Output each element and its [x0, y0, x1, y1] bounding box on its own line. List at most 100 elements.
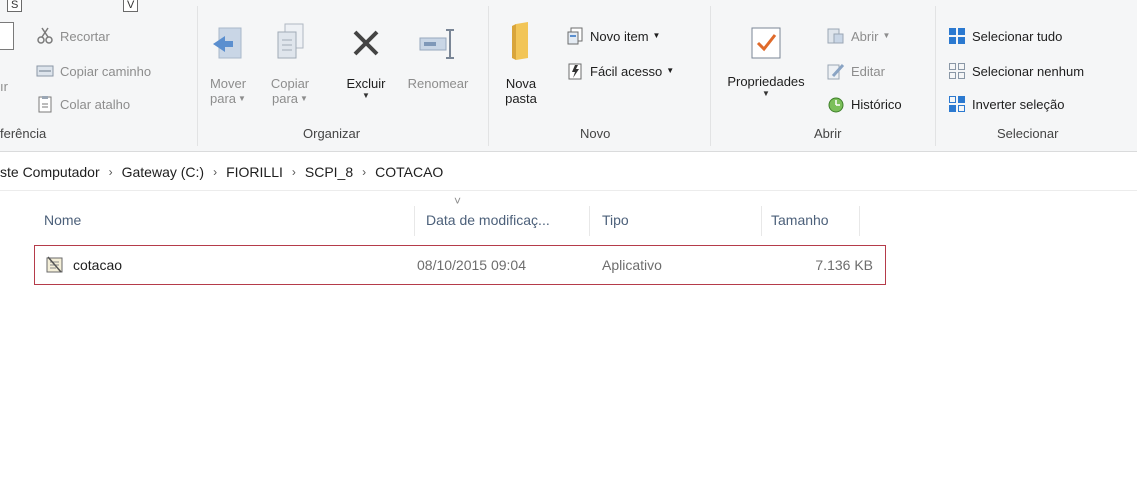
breadcrumb-this-pc[interactable]: ste Computador: [0, 164, 100, 180]
rename-button[interactable]: Renomear: [399, 18, 477, 91]
group-separator: [710, 6, 711, 146]
easy-access-dropdown-icon: ▼: [666, 66, 675, 75]
ribbon: S V ır Recortar Copiar caminho Colar ata…: [0, 0, 1137, 152]
select-none-icon: [948, 62, 966, 80]
column-header-modified[interactable]: Data de modificaç...: [426, 200, 550, 240]
rename-label: Renomear: [407, 76, 469, 91]
paste-shortcut-button[interactable]: Colar atalho: [36, 92, 130, 116]
edit-pencil-icon: [827, 62, 845, 80]
table-row[interactable]: cotacao 08/10/2015 09:04 Aplicativo 7.13…: [34, 245, 886, 285]
file-name-cell[interactable]: cotacao: [45, 246, 122, 284]
breadcrumb-scpi-8[interactable]: SCPI_8: [305, 164, 353, 180]
new-item-label: Novo item: [590, 28, 649, 44]
new-group-label: Novo: [580, 126, 611, 141]
column-header-type[interactable]: Tipo: [602, 200, 629, 240]
select-all-label: Selecionar tudo: [972, 28, 1063, 44]
scissors-icon: [36, 27, 54, 45]
open-label: Abrir: [851, 28, 879, 44]
edit-button[interactable]: Editar: [827, 59, 885, 83]
properties-label: Propriedades: [727, 74, 805, 89]
cut-label: Recortar: [60, 28, 110, 44]
cut-button[interactable]: Recortar: [36, 24, 110, 48]
file-modified-date: 08/10/2015 09:04: [417, 257, 526, 273]
move-to-dropdown-icon: ▼: [238, 93, 246, 103]
paste-shortcut-icon: [36, 95, 54, 113]
group-separator: [935, 6, 936, 146]
column-divider[interactable]: [761, 206, 762, 236]
history-icon: [827, 95, 845, 113]
edit-label: Editar: [851, 63, 885, 79]
open-icon: [827, 27, 845, 45]
column-header-name[interactable]: Nome: [44, 200, 81, 240]
clipboard-group-label: ferência: [0, 126, 47, 141]
copy-path-button[interactable]: Copiar caminho: [36, 59, 151, 83]
group-separator: [197, 6, 198, 146]
properties-dropdown-icon: ▼: [762, 89, 770, 98]
copy-to-dropdown-icon: ▼: [300, 93, 308, 103]
new-folder-label-2: pasta: [505, 91, 537, 106]
invert-selection-button[interactable]: Inverter seleção: [948, 92, 1065, 116]
group-separator: [488, 6, 489, 146]
breadcrumb-chevron-icon[interactable]: ›: [362, 165, 366, 179]
delete-dropdown-icon: ▼: [362, 91, 370, 100]
open-dropdown-icon: ▼: [882, 31, 891, 40]
breadcrumb[interactable]: ste Computador › Gateway (C:) › FIORILLI…: [0, 153, 1137, 191]
breadcrumb-cotacao[interactable]: COTACAO: [375, 164, 443, 180]
properties-button[interactable]: Propriedades ▼: [718, 18, 814, 99]
copy-to-icon: [270, 18, 310, 62]
move-to-button[interactable]: Mover para ▼: [205, 18, 251, 106]
rename-icon: [418, 18, 458, 62]
select-group-label: Selecionar: [997, 126, 1059, 141]
open-button[interactable]: Abrir ▼: [827, 24, 890, 48]
column-divider[interactable]: [589, 206, 590, 236]
move-to-label-2: para: [210, 91, 237, 106]
move-to-icon: [208, 18, 248, 62]
copy-to-button[interactable]: Copiar para ▼: [266, 18, 314, 106]
file-name: cotacao: [73, 257, 123, 273]
application-icon: [45, 255, 65, 275]
easy-access-label: Fácil acesso: [590, 63, 663, 79]
key-tip-v: V: [123, 0, 139, 12]
history-label: Histórico: [851, 96, 902, 112]
organize-group-label: Organizar: [303, 126, 361, 141]
paste-shortcut-label: Colar atalho: [60, 96, 131, 112]
column-header-size[interactable]: Tamanho: [771, 200, 829, 240]
invert-selection-label: Inverter seleção: [972, 96, 1065, 112]
copy-path-icon: [36, 62, 54, 80]
new-item-dropdown-icon: ▼: [652, 31, 661, 40]
breadcrumb-chevron-icon[interactable]: ›: [213, 165, 217, 179]
history-button[interactable]: Histórico: [827, 92, 902, 116]
select-none-button[interactable]: Selecionar nenhum: [948, 59, 1084, 83]
breadcrumb-chevron-icon[interactable]: ›: [109, 165, 113, 179]
new-item-icon: [566, 27, 584, 45]
new-folder-button[interactable]: Nova pasta: [498, 18, 544, 106]
easy-access-button[interactable]: Fácil acesso ▼: [566, 59, 674, 83]
column-divider[interactable]: [859, 206, 860, 236]
properties-check-icon: [746, 18, 786, 62]
easy-access-icon: [566, 62, 584, 80]
delete-x-icon: [346, 18, 386, 62]
invert-selection-icon: [948, 95, 966, 113]
breadcrumb-drive-c[interactable]: Gateway (C:): [122, 164, 204, 180]
folder-icon: [501, 18, 541, 62]
paste-icon-partial: [0, 22, 14, 50]
select-none-label: Selecionar nenhum: [972, 63, 1085, 79]
file-size: 7.136 KB: [815, 257, 873, 273]
file-type: Aplicativo: [602, 257, 662, 273]
breadcrumb-fiorilli[interactable]: FIORILLI: [226, 164, 283, 180]
delete-label: Excluir: [346, 76, 386, 91]
select-all-button[interactable]: Selecionar tudo: [948, 24, 1062, 48]
delete-button[interactable]: Excluir ▼: [341, 18, 391, 101]
copy-to-label-2: para: [272, 91, 299, 106]
move-to-label-1: Mover: [209, 76, 247, 91]
copy-to-label-1: Copiar: [270, 76, 310, 91]
paste-button-partial-label[interactable]: ır: [0, 79, 8, 94]
column-divider[interactable]: [414, 206, 415, 236]
key-tip-s: S: [7, 0, 23, 12]
breadcrumb-chevron-icon[interactable]: ›: [292, 165, 296, 179]
column-headers: Nome ˅ Data de modificaç... Tipo Tamanho: [26, 194, 886, 240]
new-folder-label-1: Nova: [505, 76, 537, 91]
select-all-icon: [948, 27, 966, 45]
copy-path-label: Copiar caminho: [60, 63, 152, 79]
new-item-button[interactable]: Novo item ▼: [566, 24, 660, 48]
